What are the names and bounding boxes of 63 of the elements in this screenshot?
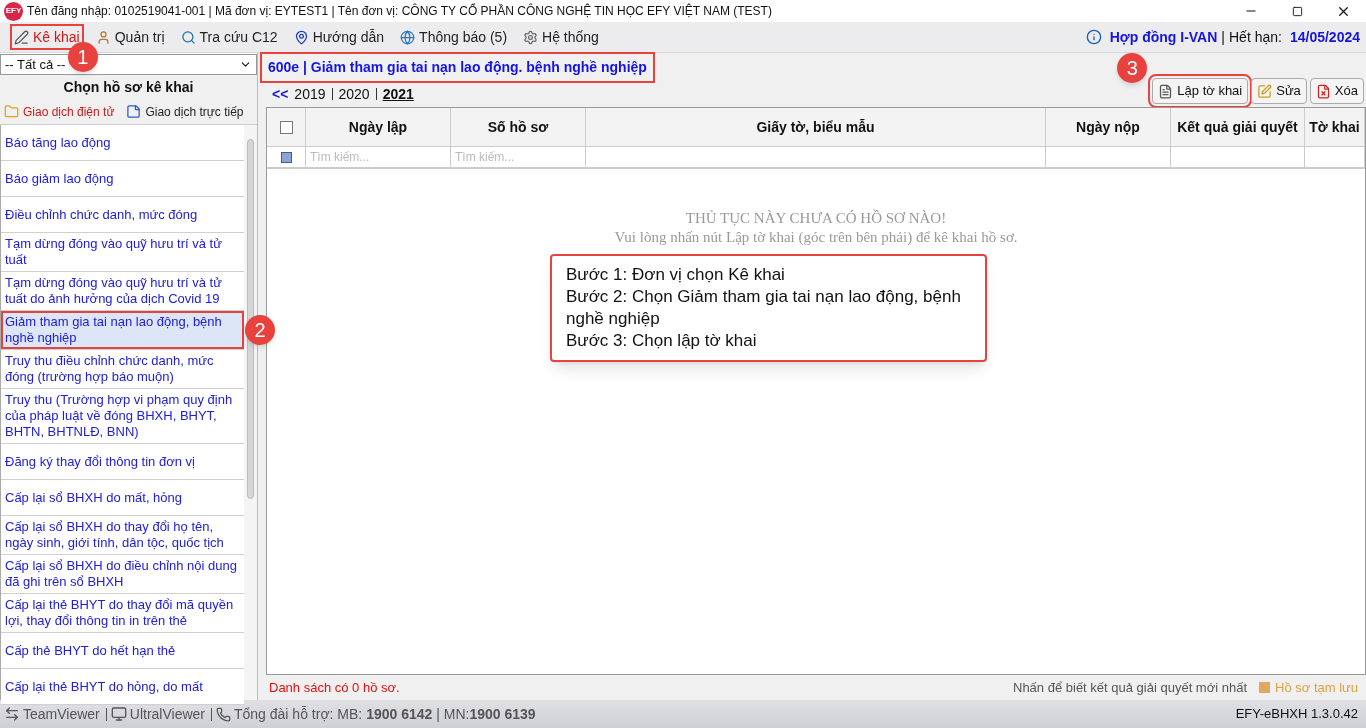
delete-icon — [1315, 83, 1331, 99]
arrows-icon — [4, 706, 20, 722]
search-field[interactable]: Tìm kiếm... — [455, 148, 581, 166]
search-icon — [180, 29, 196, 45]
toolbar-button[interactable]: Sửa — [1251, 78, 1307, 104]
empty-hint: Vui lòng nhấn nút Lập tờ khai (góc trên bên phải) để kê khai hồ sơ. — [614, 228, 1018, 247]
note-icon — [126, 104, 142, 119]
phone-icon — [216, 706, 231, 722]
result-hint[interactable]: Nhấn để biết kết quả giải quyết mới nhất — [1013, 677, 1247, 698]
column-header: Ngày nộp — [1046, 108, 1171, 146]
toolbar-button[interactable]: Xóa — [1309, 78, 1364, 104]
map-pin-icon — [293, 29, 309, 45]
info-icon — [1085, 29, 1102, 45]
contract-link[interactable]: Hợp đồng I-VAN — [1109, 26, 1218, 48]
sidebar-tab[interactable]: Giao dịch điện tử — [4, 102, 115, 121]
user-icon — [95, 29, 111, 45]
year-link[interactable]: 2020 — [338, 83, 370, 105]
column-header: Kết quả giải quyết — [1171, 108, 1305, 146]
year-link[interactable]: 2021 — [382, 83, 414, 105]
step-number-badge: 3 — [1117, 53, 1148, 83]
menu-item[interactable]: Hướng dẫn — [289, 24, 389, 50]
legend-label: Hồ sơ tạm lưu — [1275, 678, 1358, 697]
sidebar-heading: Chọn hồ sơ kê khai — [0, 75, 257, 99]
menu-item[interactable]: Tra cứu C12 — [176, 24, 282, 50]
column-header: Ngày lập — [306, 108, 451, 146]
step-text: Bước 2: Chọn Giảm tham gia tai nạn lao động, bệnh nghề nghiệp — [566, 286, 962, 330]
back-link[interactable]: << — [272, 83, 289, 105]
form-title: 600e | Giảm tham gia tai nạn lao động. bệnh nghề nghiệp — [260, 51, 655, 83]
gear-icon — [523, 29, 539, 45]
year-link[interactable]: 2019 — [294, 83, 326, 105]
window-title: Tên đăng nhập: 0102519041-001 | Mã đơn vị: EYTEST1 | Tên đơn vị: CÔNG TY CỔ PHẦN CÔNG NGHỆ TIN HỌC EFY VIỆT NAM (TEST) — [27, 2, 773, 20]
filter-row-icon — [280, 151, 292, 163]
separator-text: | — [1221, 27, 1225, 47]
column-header: Giấy tờ, biểu mẫu — [586, 108, 1046, 146]
expiry-date: 14/05/2024 — [1289, 27, 1360, 47]
column-header: Số hồ sơ — [451, 108, 586, 146]
status-link[interactable]: TeamViewer — [23, 703, 100, 725]
version-text: EFY-eBHXH 1.3.0.42 — [1235, 705, 1358, 724]
sidebar-tab[interactable]: Giao dịch trực tiếp — [126, 102, 244, 121]
menu-item[interactable]: Thông báo (5) — [396, 24, 512, 50]
scrollbar[interactable] — [244, 125, 257, 700]
column-header: Tờ khai — [1305, 108, 1365, 146]
select-all-checkbox[interactable] — [279, 120, 293, 134]
step-text: Bước 1: Đơn vị chọn Kê khai — [566, 264, 786, 286]
monitor-icon — [110, 706, 127, 722]
empty-title: THỦ TỤC NÀY CHƯA CÓ HỒ SƠ NÀO! — [685, 209, 947, 228]
pen-icon — [14, 29, 29, 45]
search-field[interactable]: Tìm kiếm... — [310, 148, 446, 166]
folder-icon — [4, 104, 19, 119]
record-count: Danh sách có 0 hồ sơ. — [268, 678, 401, 697]
app-logo: EFY — [4, 1, 23, 21]
edit-icon — [1257, 83, 1273, 99]
globe-icon — [400, 29, 416, 45]
maximize-icon — [1291, 5, 1303, 17]
document-icon — [1158, 83, 1174, 99]
step-number-badge: 1 — [67, 42, 98, 72]
menu-item[interactable]: Hệ thống — [519, 24, 603, 50]
sidebar-item[interactable]: Giảm tham gia tai nạn lao động, bệnh nghề nghiệp — [1, 311, 244, 350]
status-link[interactable]: UltralViewer — [129, 703, 205, 725]
expiry-label: Hết hạn: — [1229, 27, 1282, 47]
step-text: Bước 3: Chọn lập tờ khai — [566, 330, 758, 352]
support-text: Tổng đài hỗ trợ: MB: 1900 6142 | MN:1900 6139 — [234, 704, 537, 724]
legend-swatch — [1259, 682, 1270, 693]
